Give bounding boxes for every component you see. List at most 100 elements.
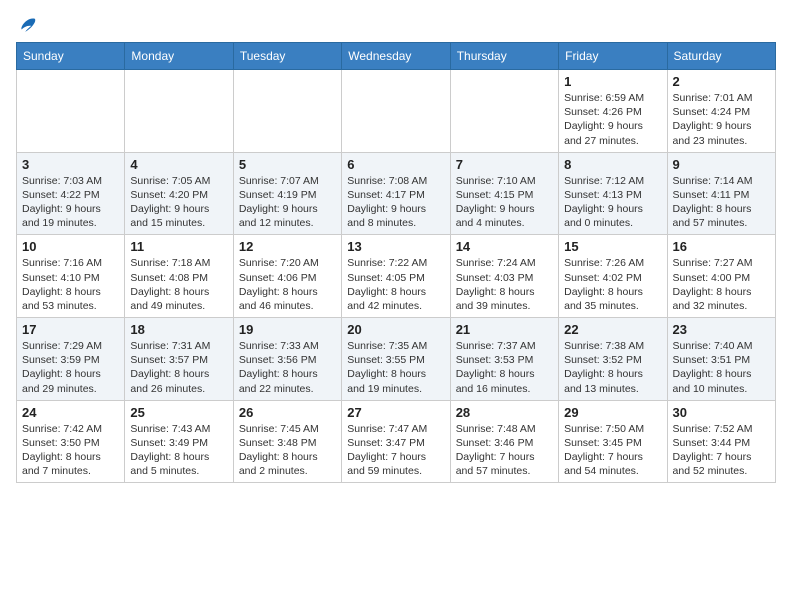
weekday-header-cell: Monday [125, 43, 233, 70]
day-number: 13 [347, 239, 444, 254]
weekday-header-cell: Sunday [17, 43, 125, 70]
logo [16, 16, 36, 34]
calendar-cell: 7 Sunrise: 7:10 AM Sunset: 4:15 PM Daylig… [450, 152, 558, 235]
day-number: 25 [130, 405, 227, 420]
weekday-header-cell: Tuesday [233, 43, 341, 70]
day-number: 7 [456, 157, 553, 172]
day-info: Sunrise: 7:47 AM Sunset: 3:47 PM Dayligh… [347, 422, 444, 479]
day-info: Sunrise: 7:20 AM Sunset: 4:06 PM Dayligh… [239, 256, 336, 313]
day-info: Sunrise: 7:37 AM Sunset: 3:53 PM Dayligh… [456, 339, 553, 396]
day-number: 5 [239, 157, 336, 172]
day-info: Sunrise: 7:05 AM Sunset: 4:20 PM Dayligh… [130, 174, 227, 231]
calendar-cell: 27 Sunrise: 7:47 AM Sunset: 3:47 PM Dayli… [342, 400, 450, 483]
day-number: 15 [564, 239, 661, 254]
day-info: Sunrise: 7:22 AM Sunset: 4:05 PM Dayligh… [347, 256, 444, 313]
calendar-cell: 1 Sunrise: 6:59 AM Sunset: 4:26 PM Daylig… [559, 70, 667, 153]
day-number: 9 [673, 157, 770, 172]
calendar-cell: 11 Sunrise: 7:18 AM Sunset: 4:08 PM Dayli… [125, 235, 233, 318]
weekday-header-cell: Saturday [667, 43, 775, 70]
day-number: 4 [130, 157, 227, 172]
calendar-cell: 20 Sunrise: 7:35 AM Sunset: 3:55 PM Dayli… [342, 318, 450, 401]
logo-bird-icon [18, 16, 36, 34]
calendar-cell: 12Sunrise: 7:20 AM Sunset: 4:06 PM Dayli… [233, 235, 341, 318]
day-number: 14 [456, 239, 553, 254]
day-info: Sunrise: 7:16 AM Sunset: 4:10 PM Dayligh… [22, 256, 119, 313]
day-number: 19 [239, 322, 336, 337]
day-number: 10 [22, 239, 119, 254]
day-number: 29 [564, 405, 661, 420]
calendar-week-row: 10 Sunrise: 7:16 AM Sunset: 4:10 PM Dayli… [17, 235, 776, 318]
calendar-cell: 6Sunrise: 7:08 AM Sunset: 4:17 PM Daylig… [342, 152, 450, 235]
calendar-cell: 16 Sunrise: 7:27 AM Sunset: 4:00 PM Dayli… [667, 235, 775, 318]
day-number: 11 [130, 239, 227, 254]
day-info: Sunrise: 7:10 AM Sunset: 4:15 PM Dayligh… [456, 174, 553, 231]
day-number: 24 [22, 405, 119, 420]
day-number: 3 [22, 157, 119, 172]
calendar-cell: 18 Sunrise: 7:31 AM Sunset: 3:57 PM Dayli… [125, 318, 233, 401]
day-number: 16 [673, 239, 770, 254]
calendar-body: 1 Sunrise: 6:59 AM Sunset: 4:26 PM Daylig… [17, 70, 776, 483]
day-number: 2 [673, 74, 770, 89]
day-info: Sunrise: 7:27 AM Sunset: 4:00 PM Dayligh… [673, 256, 770, 313]
calendar-cell: 13 Sunrise: 7:22 AM Sunset: 4:05 PM Dayli… [342, 235, 450, 318]
page-header [16, 16, 776, 34]
calendar-cell [17, 70, 125, 153]
day-info: Sunrise: 7:48 AM Sunset: 3:46 PM Dayligh… [456, 422, 553, 479]
day-info: Sunrise: 7:45 AM Sunset: 3:48 PM Dayligh… [239, 422, 336, 479]
day-number: 28 [456, 405, 553, 420]
day-info: Sunrise: 7:03 AM Sunset: 4:22 PM Dayligh… [22, 174, 119, 231]
calendar-cell: 21Sunrise: 7:37 AM Sunset: 3:53 PM Dayli… [450, 318, 558, 401]
calendar-cell: 2 Sunrise: 7:01 AM Sunset: 4:24 PM Daylig… [667, 70, 775, 153]
day-info: Sunrise: 7:52 AM Sunset: 3:44 PM Dayligh… [673, 422, 770, 479]
day-info: Sunrise: 7:26 AM Sunset: 4:02 PM Dayligh… [564, 256, 661, 313]
calendar-week-row: 1 Sunrise: 6:59 AM Sunset: 4:26 PM Daylig… [17, 70, 776, 153]
day-number: 27 [347, 405, 444, 420]
day-info: Sunrise: 7:01 AM Sunset: 4:24 PM Dayligh… [673, 91, 770, 148]
day-info: Sunrise: 7:50 AM Sunset: 3:45 PM Dayligh… [564, 422, 661, 479]
weekday-header-cell: Wednesday [342, 43, 450, 70]
day-number: 20 [347, 322, 444, 337]
calendar-cell: 14 Sunrise: 7:24 AM Sunset: 4:03 PM Dayli… [450, 235, 558, 318]
calendar-table: SundayMondayTuesdayWednesdayThursdayFrid… [16, 42, 776, 483]
calendar-cell [450, 70, 558, 153]
calendar-week-row: 24Sunrise: 7:42 AM Sunset: 3:50 PM Dayli… [17, 400, 776, 483]
day-number: 23 [673, 322, 770, 337]
calendar-cell: 19 Sunrise: 7:33 AM Sunset: 3:56 PM Dayli… [233, 318, 341, 401]
weekday-header-cell: Friday [559, 43, 667, 70]
day-number: 1 [564, 74, 661, 89]
day-info: Sunrise: 7:38 AM Sunset: 3:52 PM Dayligh… [564, 339, 661, 396]
weekday-header-cell: Thursday [450, 43, 558, 70]
day-info: Sunrise: 7:18 AM Sunset: 4:08 PM Dayligh… [130, 256, 227, 313]
calendar-cell: 22 Sunrise: 7:38 AM Sunset: 3:52 PM Dayli… [559, 318, 667, 401]
day-number: 17 [22, 322, 119, 337]
day-number: 6 [347, 157, 444, 172]
day-info: Sunrise: 7:31 AM Sunset: 3:57 PM Dayligh… [130, 339, 227, 396]
calendar-cell: 29 Sunrise: 7:50 AM Sunset: 3:45 PM Dayli… [559, 400, 667, 483]
day-number: 18 [130, 322, 227, 337]
calendar-cell [342, 70, 450, 153]
day-number: 26 [239, 405, 336, 420]
calendar-cell: 10 Sunrise: 7:16 AM Sunset: 4:10 PM Dayli… [17, 235, 125, 318]
calendar-cell: 15 Sunrise: 7:26 AM Sunset: 4:02 PM Dayli… [559, 235, 667, 318]
day-info: Sunrise: 7:35 AM Sunset: 3:55 PM Dayligh… [347, 339, 444, 396]
day-number: 22 [564, 322, 661, 337]
day-info: Sunrise: 7:07 AM Sunset: 4:19 PM Dayligh… [239, 174, 336, 231]
day-number: 8 [564, 157, 661, 172]
weekday-header-row: SundayMondayTuesdayWednesdayThursdayFrid… [17, 43, 776, 70]
day-number: 30 [673, 405, 770, 420]
day-info: Sunrise: 7:12 AM Sunset: 4:13 PM Dayligh… [564, 174, 661, 231]
calendar-cell: 30 Sunrise: 7:52 AM Sunset: 3:44 PM Dayli… [667, 400, 775, 483]
calendar-week-row: 17 Sunrise: 7:29 AM Sunset: 3:59 PM Dayli… [17, 318, 776, 401]
calendar-cell: 26 Sunrise: 7:45 AM Sunset: 3:48 PM Dayli… [233, 400, 341, 483]
day-info: Sunrise: 7:29 AM Sunset: 3:59 PM Dayligh… [22, 339, 119, 396]
calendar-cell: 5 Sunrise: 7:07 AM Sunset: 4:19 PM Daylig… [233, 152, 341, 235]
day-info: Sunrise: 7:40 AM Sunset: 3:51 PM Dayligh… [673, 339, 770, 396]
day-info: Sunrise: 6:59 AM Sunset: 4:26 PM Dayligh… [564, 91, 661, 148]
calendar-cell: 4 Sunrise: 7:05 AM Sunset: 4:20 PM Daylig… [125, 152, 233, 235]
day-info: Sunrise: 7:24 AM Sunset: 4:03 PM Dayligh… [456, 256, 553, 313]
calendar-cell [233, 70, 341, 153]
day-info: Sunrise: 7:33 AM Sunset: 3:56 PM Dayligh… [239, 339, 336, 396]
calendar-cell: 24Sunrise: 7:42 AM Sunset: 3:50 PM Dayli… [17, 400, 125, 483]
calendar-cell [125, 70, 233, 153]
day-info: Sunrise: 7:43 AM Sunset: 3:49 PM Dayligh… [130, 422, 227, 479]
